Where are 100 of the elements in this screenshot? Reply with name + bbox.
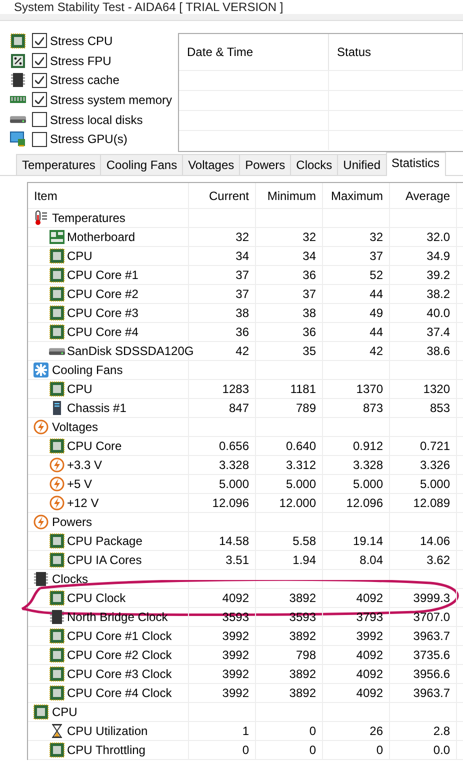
value: 847 [228, 401, 249, 415]
checkbox[interactable] [32, 112, 47, 128]
column-header[interactable]: Minimum [256, 183, 323, 208]
value: 4092 [356, 648, 383, 662]
value: 38.6 [426, 344, 450, 358]
group-label: CPU [52, 705, 78, 719]
chip-icon [49, 248, 65, 264]
stress-option[interactable]: Stress system memory [10, 90, 172, 110]
value: 3.51 [226, 553, 249, 567]
value: 12.089 [413, 496, 450, 510]
chip-icon [49, 381, 65, 397]
sensor-label: +3.3 V [67, 458, 102, 472]
sensor-label: CPU Core [67, 439, 122, 453]
sensor-label: CPU [67, 382, 92, 396]
sensor-label: Chassis #1 [67, 401, 126, 415]
value: 5.000 [218, 477, 249, 491]
value: 37 [302, 287, 316, 301]
value: 0.912 [352, 439, 383, 453]
stress-option[interactable]: Stress local disks [10, 110, 172, 130]
value: 789 [296, 401, 316, 415]
group-label: Powers [52, 515, 92, 529]
stress-option[interactable]: Stress FPU [10, 50, 172, 70]
chip-icon [49, 438, 65, 454]
value: 49 [370, 306, 383, 320]
value: 42 [370, 344, 383, 358]
chip-icon [49, 267, 65, 283]
sensor-label: CPU Package [67, 534, 142, 548]
value: 3707.0 [413, 610, 450, 624]
circuit-board-icon [49, 229, 65, 245]
checkbox[interactable] [32, 72, 47, 88]
sensor-label: CPU Core #1 [67, 268, 138, 282]
column-header[interactable]: Status [329, 34, 463, 70]
value: 38.2 [426, 287, 450, 301]
chip-icon [49, 324, 65, 340]
sensor-label: CPU Clock [67, 591, 126, 605]
value: 38 [236, 306, 249, 320]
sensor-label: CPU Core #3 [67, 306, 138, 320]
value: 36 [302, 268, 316, 282]
column-header[interactable]: Item [28, 183, 189, 208]
value: 4092 [222, 591, 249, 605]
value: 19.14 [352, 534, 383, 548]
value: 44 [370, 287, 383, 301]
value: 32 [370, 230, 383, 244]
memory-chip-icon [10, 72, 26, 88]
value: 36 [302, 325, 316, 339]
column-header[interactable]: Average [390, 183, 457, 208]
value: 0 [242, 743, 249, 757]
value: 3956.6 [413, 667, 450, 681]
value: 1283 [222, 382, 249, 396]
tab[interactable]: Unified [337, 154, 386, 175]
lightning-icon [33, 514, 49, 530]
stress-option[interactable]: Stress CPU [10, 31, 172, 51]
value: 34 [236, 249, 249, 263]
value: 3963.7 [413, 629, 450, 643]
value: 32.0 [426, 230, 450, 244]
checkmark-icon [35, 56, 44, 64]
tab[interactable]: Powers [239, 154, 290, 175]
percent-chip-icon [10, 52, 26, 68]
value: 0.0 [433, 743, 450, 757]
chip-icon [49, 590, 65, 606]
value: 1 [242, 724, 249, 738]
stress-option[interactable]: Stress GPU(s) [10, 129, 172, 150]
checkbox[interactable] [32, 53, 47, 68]
stress-option[interactable]: Stress cache [10, 70, 172, 90]
column-header[interactable]: Maximum [323, 183, 390, 208]
column-header[interactable]: Current [189, 183, 256, 208]
chip-icon [49, 742, 65, 758]
chip-icon [49, 628, 65, 644]
column-header[interactable]: Date & Time [179, 34, 330, 70]
value: 3892 [289, 629, 316, 643]
memory-chip-icon [49, 609, 65, 625]
value: 3992 [222, 648, 249, 662]
value: 0 [309, 724, 316, 738]
value: 0.656 [218, 439, 249, 453]
thermometer-icon [33, 210, 49, 226]
tab[interactable]: Statistics [386, 152, 446, 176]
group-label: Cooling Fans [52, 363, 123, 377]
value: 3963.7 [413, 686, 450, 700]
value: 3999.3 [413, 591, 450, 605]
tab[interactable]: Clocks [290, 154, 338, 175]
window-title: System Stability Test - AIDA64 [ TRIAL VERSION ] [13, 0, 284, 14]
checkbox[interactable] [32, 92, 47, 108]
value: 32 [302, 230, 316, 244]
sensor-label: CPU Core #4 [67, 325, 138, 339]
value: 37 [370, 249, 383, 263]
fan-icon [33, 362, 49, 378]
value: 3735.6 [413, 648, 450, 662]
value: 1320 [423, 382, 450, 396]
chip-icon [49, 533, 65, 549]
value: 3.312 [286, 458, 316, 472]
checkbox[interactable] [32, 132, 47, 147]
sensor-label: Motherboard [67, 230, 136, 244]
tab[interactable]: Cooling Fans [100, 154, 182, 175]
value: 14.06 [420, 534, 450, 548]
checkbox[interactable] [32, 33, 47, 48]
value: 52 [370, 268, 383, 282]
value: 0 [309, 743, 316, 757]
tab[interactable]: Voltages [182, 154, 240, 175]
tab[interactable]: Temperatures [16, 154, 100, 175]
value: 32 [236, 230, 249, 244]
